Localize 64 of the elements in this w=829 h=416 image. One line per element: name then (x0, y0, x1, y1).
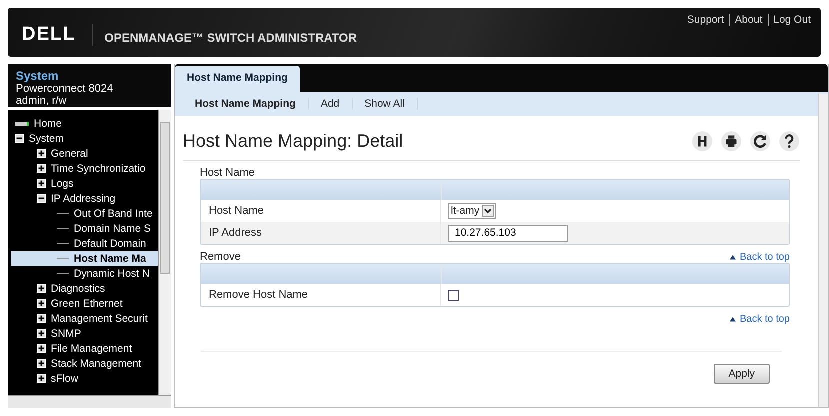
tree-item[interactable]: Out Of Band Inte (74, 208, 153, 220)
field-label: Host Name (209, 205, 264, 217)
subnav-link[interactable]: Add (308, 98, 353, 110)
page-title: Host Name Mapping: Detail (183, 130, 404, 152)
tree-item[interactable]: Home (34, 118, 62, 130)
tree-item[interactable]: Management Securit (51, 312, 148, 324)
expand-toggle-icon[interactable] (15, 134, 24, 143)
expand-toggle-icon[interactable] (37, 149, 46, 158)
tree-item[interactable]: sFlow (51, 372, 78, 384)
tree-item[interactable]: Logs (51, 178, 74, 190)
apply-button[interactable]: Apply (714, 364, 770, 384)
scrollbar[interactable] (818, 94, 828, 407)
tree-item[interactable]: Stack Management (51, 358, 142, 370)
checkbox[interactable] (448, 290, 459, 300)
expand-toggle-icon[interactable] (37, 299, 46, 308)
expand-toggle-icon[interactable] (37, 314, 46, 323)
tree-item[interactable]: Green Ethernet (51, 298, 123, 310)
header-link[interactable]: Log Out (768, 14, 811, 26)
tab[interactable]: Host Name Mapping (175, 66, 300, 92)
header-link[interactable]: Support (687, 14, 724, 26)
tree-item[interactable]: SNMP (51, 328, 82, 340)
save-icon[interactable] (692, 130, 713, 152)
back-to-top-link[interactable]: Back to top (730, 252, 790, 263)
refresh-icon[interactable] (750, 130, 771, 152)
tree-item[interactable]: Time Synchronizatio (51, 162, 146, 174)
section-title: Remove (200, 251, 241, 263)
help-icon[interactable] (779, 130, 800, 152)
up-triangle-icon (730, 255, 736, 260)
tree-item[interactable]: Domain Name S (74, 222, 152, 234)
app-title: OPENMANAGE™ SWITCH ADMINISTRATOR (104, 30, 358, 44)
tree-item[interactable]: Diagnostics (51, 282, 106, 294)
sidebar-title: System (16, 70, 60, 83)
field-label: Remove Host Name (209, 289, 308, 301)
expand-toggle-icon[interactable] (37, 284, 46, 293)
ip-address-field[interactable]: 10.27.65.103 (448, 224, 568, 242)
tree-item[interactable]: IP Addressing (51, 192, 116, 204)
home-icon (15, 122, 29, 126)
subnav-link[interactable]: Host Name Mapping (183, 98, 309, 110)
expand-toggle-icon[interactable] (37, 344, 46, 353)
header-link[interactable]: About (729, 14, 763, 26)
expand-toggle-icon[interactable] (37, 329, 46, 338)
user-label: admin, r/w (16, 95, 68, 107)
tree-item[interactable]: System (29, 132, 64, 144)
dell-logo: DELL (22, 24, 93, 46)
tree-item[interactable]: Dynamic Host N (74, 268, 150, 280)
tree-item[interactable]: General (51, 148, 88, 160)
horizontal-scrollbar[interactable] (8, 395, 171, 408)
section-title: Host Name (200, 167, 256, 179)
print-icon[interactable] (721, 130, 742, 152)
expand-toggle-icon[interactable] (37, 374, 46, 383)
expand-toggle-icon[interactable] (37, 164, 46, 173)
scrollbar[interactable] (158, 110, 171, 395)
expand-toggle-icon[interactable] (37, 194, 46, 203)
back-to-top-link[interactable]: Back to top (730, 314, 790, 325)
expand-toggle-icon[interactable] (37, 179, 46, 188)
up-triangle-icon (730, 317, 736, 322)
field-label: IP Address (209, 227, 262, 239)
subnav-link[interactable]: Show All (352, 98, 418, 110)
caret-icon (482, 205, 494, 217)
tree-item[interactable]: Default Domain (74, 238, 146, 250)
host-name-dropdown[interactable]: lt-amy (448, 203, 496, 219)
tree-item[interactable]: File Management (51, 342, 132, 354)
device-name: Powerconnect 8024 (16, 83, 114, 95)
expand-toggle-icon[interactable] (37, 359, 46, 368)
